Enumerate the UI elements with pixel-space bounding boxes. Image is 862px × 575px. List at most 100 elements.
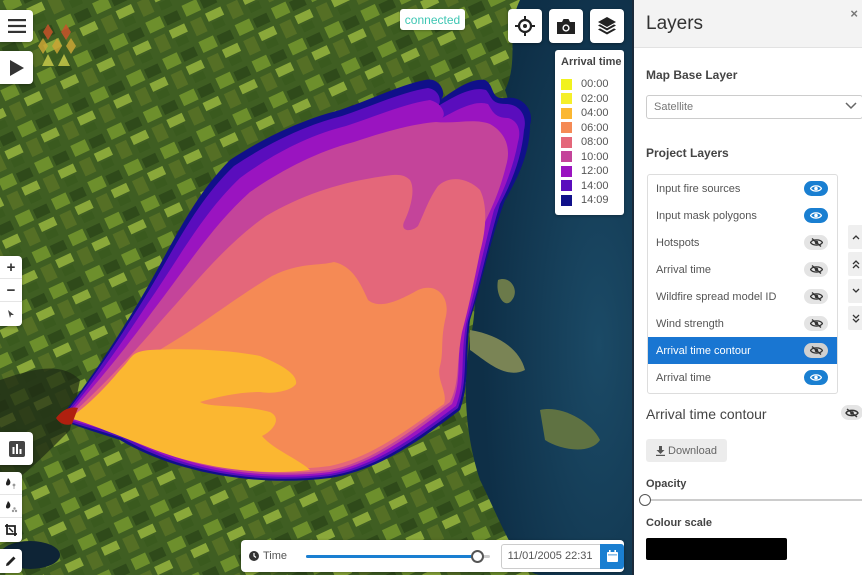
add-fire-point-button[interactable] <box>0 472 22 495</box>
layer-item[interactable]: Input mask polygons <box>648 202 837 229</box>
app-logo <box>38 22 83 67</box>
eye-icon <box>810 373 822 382</box>
legend-label: 14:09 <box>581 194 609 206</box>
layer-visibility-toggle[interactable] <box>804 181 828 196</box>
layers-stack-icon <box>597 16 617 36</box>
legend-item: 04:00 <box>561 106 618 121</box>
legend-label: 00:00 <box>581 78 609 90</box>
map-view[interactable]: connected Arrival time 00:0002:0004:0006… <box>0 0 632 575</box>
layer-label: Arrival time <box>656 264 711 276</box>
play-button[interactable] <box>0 51 33 84</box>
colour-scale-swatch[interactable] <box>646 538 787 560</box>
layer-item[interactable]: Arrival time <box>648 256 837 283</box>
legend-swatch <box>561 108 572 119</box>
selected-layer-visibility-toggle[interactable] <box>841 405 862 420</box>
eye-off-icon <box>810 319 823 328</box>
legend-item: 08:00 <box>561 135 618 150</box>
project-layer-list: Input fire sources Input mask polygons Hot… <box>647 174 838 394</box>
layer-label: Wildfire spread model ID <box>656 291 776 303</box>
layer-label: Wind strength <box>656 318 724 330</box>
layer-visibility-toggle[interactable] <box>804 235 828 250</box>
fire-arrival-overlay <box>0 0 632 575</box>
layer-item[interactable]: Input fire sources <box>648 175 837 202</box>
move-layer-up-button[interactable] <box>848 225 862 249</box>
layer-visibility-toggle[interactable] <box>804 208 828 223</box>
eye-icon <box>810 184 822 193</box>
legend-label: 02:00 <box>581 93 609 105</box>
screenshot-button[interactable] <box>549 9 583 43</box>
legend-item: 02:00 <box>561 92 618 107</box>
eye-off-icon <box>810 265 823 274</box>
camera-icon <box>556 18 576 35</box>
move-layer-top-button[interactable] <box>848 252 862 276</box>
calendar-button[interactable] <box>600 544 624 569</box>
close-panel-button[interactable]: × <box>850 6 858 21</box>
time-slider-thumb[interactable] <box>471 550 484 563</box>
layer-label: Input fire sources <box>656 183 740 195</box>
calendar-icon <box>607 550 618 562</box>
double-chevron-down-icon <box>852 314 860 323</box>
chevron-down-icon <box>845 102 857 110</box>
locate-button[interactable] <box>508 9 542 43</box>
layer-label: Input mask polygons <box>656 210 757 222</box>
legend-swatch <box>561 122 572 133</box>
crop-polygon-icon <box>5 524 17 536</box>
legend-label: 04:00 <box>581 107 609 119</box>
menu-button[interactable] <box>0 10 33 42</box>
base-layer-select[interactable]: Satellite <box>646 95 862 119</box>
download-button[interactable]: Download <box>646 439 727 462</box>
reset-bearing-button[interactable] <box>0 302 22 325</box>
clock-icon <box>249 551 259 561</box>
time-slider[interactable] <box>306 548 489 564</box>
panel-header: Layers × <box>634 0 862 48</box>
hamburger-menu-icon <box>8 19 26 33</box>
layer-item[interactable]: Wind strength <box>648 310 837 337</box>
double-chevron-up-icon <box>852 260 860 269</box>
opacity-slider[interactable] <box>640 493 862 507</box>
datetime-input[interactable]: 11/01/2005 22:31 <box>501 544 601 569</box>
legend-swatch <box>561 195 572 206</box>
project-layers-title: Project Layers <box>646 146 729 160</box>
layer-visibility-toggle[interactable] <box>804 289 828 304</box>
legend-swatch <box>561 137 572 148</box>
zoom-in-button[interactable]: + <box>0 256 22 279</box>
layer-item[interactable]: Wildfire spread model ID <box>648 283 837 310</box>
opacity-label: Opacity <box>646 478 686 490</box>
play-icon <box>9 59 25 77</box>
legend-label: 12:00 <box>581 165 609 177</box>
chart-button[interactable] <box>0 432 33 465</box>
layer-item[interactable]: Hotspots <box>648 229 837 256</box>
time-slider-fill <box>306 555 477 558</box>
legend-item: 10:00 <box>561 150 618 165</box>
draw-mask-button[interactable] <box>0 518 22 541</box>
crosshair-icon <box>515 16 535 36</box>
layer-order-controls <box>848 225 862 333</box>
legend-swatch <box>561 180 572 191</box>
layers-button[interactable] <box>590 9 624 43</box>
move-layer-bottom-button[interactable] <box>848 306 862 330</box>
zoom-out-button[interactable]: − <box>0 279 22 302</box>
layer-item[interactable]: Arrival time contour <box>648 337 837 364</box>
add-fire-polygon-button[interactable] <box>0 495 22 518</box>
legend-label: 06:00 <box>581 122 609 134</box>
bar-chart-icon <box>9 441 25 457</box>
layer-visibility-toggle[interactable] <box>804 370 828 385</box>
legend-item: 12:00 <box>561 164 618 179</box>
move-layer-down-button[interactable] <box>848 279 862 303</box>
layer-visibility-toggle[interactable] <box>804 262 828 277</box>
layer-item[interactable]: Arrival time <box>648 364 837 391</box>
layer-visibility-toggle[interactable] <box>804 316 828 331</box>
layer-visibility-toggle[interactable] <box>804 343 828 358</box>
layer-label: Arrival time <box>656 372 711 384</box>
download-icon <box>656 446 665 456</box>
colour-scale-label: Colour scale <box>646 517 712 529</box>
compass-arrow-icon <box>7 309 15 319</box>
chevron-down-icon <box>852 288 860 294</box>
download-label: Download <box>668 445 717 457</box>
opacity-slider-thumb[interactable] <box>639 494 651 506</box>
selected-layer-title: Arrival time contour <box>646 406 767 422</box>
connection-status: connected <box>400 9 465 30</box>
pencil-icon <box>5 555 17 567</box>
edit-button[interactable] <box>0 549 22 573</box>
arrival-time-legend: Arrival time 00:0002:0004:0006:0008:0010… <box>555 50 624 215</box>
